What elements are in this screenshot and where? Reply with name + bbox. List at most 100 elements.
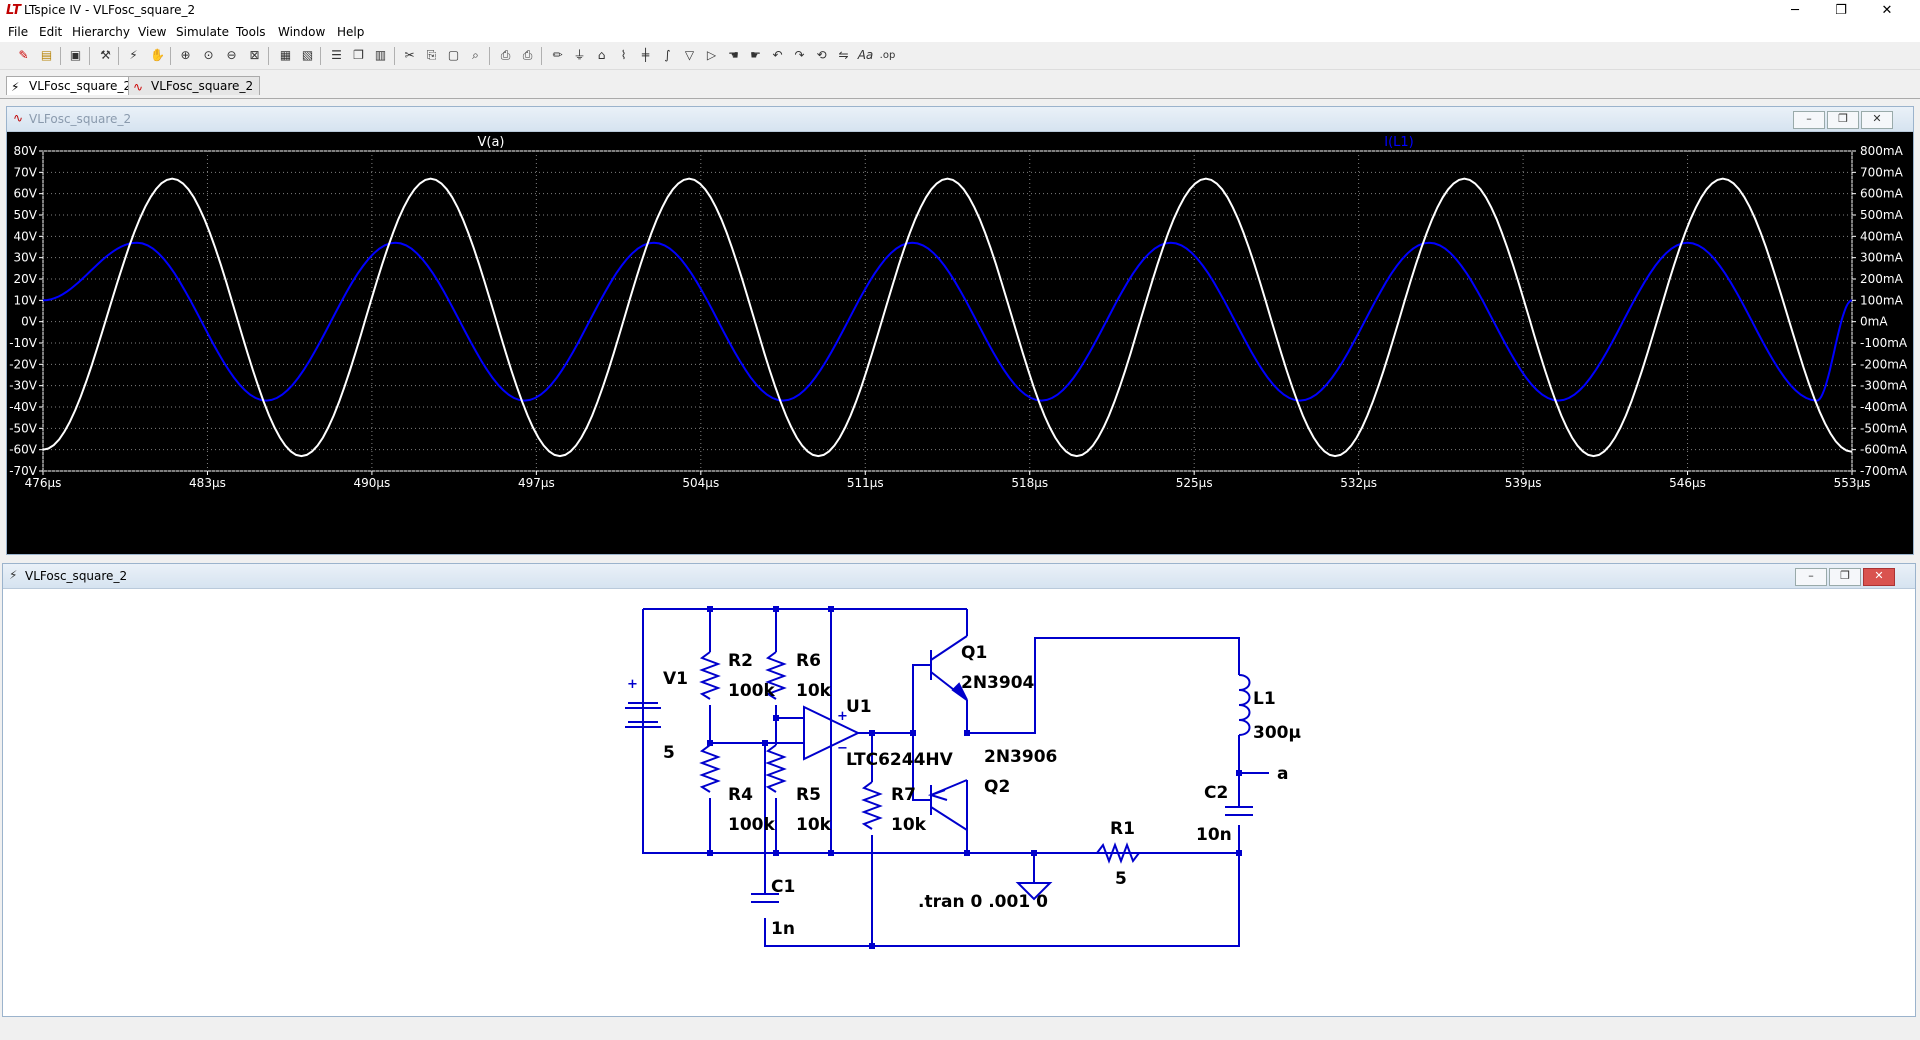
new-schematic-icon[interactable]: ✎ <box>14 46 33 65</box>
resistor-icon[interactable]: ⌇ <box>614 46 633 65</box>
x-tick-label: 504µs <box>682 476 719 490</box>
net-label-a[interactable]: a <box>1277 764 1288 784</box>
y-tick-label: -50V <box>9 421 38 435</box>
open-file-icon[interactable]: ▤ <box>37 46 56 65</box>
spice-directive-icon[interactable]: .op <box>878 46 897 65</box>
y-tick-label: 80V <box>14 144 38 158</box>
r7-label: R7 <box>891 785 916 805</box>
r1-label: R1 <box>1110 819 1135 839</box>
cut-icon[interactable]: ✂ <box>400 46 419 65</box>
y2-tick-label: 200mA <box>1860 272 1904 286</box>
menu-view[interactable]: View <box>138 25 166 39</box>
wire-c1-loop[interactable] <box>764 743 1240 947</box>
schematic-diagram[interactable]: + V1 5 R2 100k R6 10k R4 100k R5 10k R7 … <box>3 589 1913 1014</box>
autorange-icon[interactable]: ▦ <box>276 46 295 65</box>
y2-tick-label: 100mA <box>1860 293 1904 307</box>
window-title: LTspice IV - VLFosc_square_2 <box>24 3 196 17</box>
minimize-button[interactable]: ─ <box>1772 0 1818 22</box>
y-tick-label: 30V <box>14 251 38 265</box>
v1-value: 5 <box>663 743 675 763</box>
y2-tick-label: -200mA <box>1860 357 1908 371</box>
move-icon[interactable]: ☚ <box>724 46 743 65</box>
component-icon[interactable]: ▷ <box>702 46 721 65</box>
y2-tick-label: 400mA <box>1860 229 1904 243</box>
menu-hierarchy[interactable]: Hierarchy <box>72 25 130 39</box>
trace-va[interactable] <box>42 177 1853 458</box>
menu-edit[interactable]: Edit <box>39 25 62 39</box>
maximize-button[interactable]: ❐ <box>1818 0 1864 22</box>
y-tick-label: -30V <box>9 379 38 393</box>
zoom-out-icon[interactable]: ⊖ <box>222 46 241 65</box>
menu-window[interactable]: Window <box>278 25 325 39</box>
resistor-r4[interactable] <box>699 744 721 793</box>
waveform-close-button[interactable]: ✕ <box>1861 111 1893 129</box>
resistor-r7[interactable] <box>861 781 883 830</box>
menu-tools[interactable]: Tools <box>236 25 266 39</box>
redo-icon[interactable]: ↷ <box>790 46 809 65</box>
waveform-minimize-button[interactable]: – <box>1793 111 1825 129</box>
drag-icon[interactable]: ☛ <box>746 46 765 65</box>
control-panel-icon[interactable]: ⚒ <box>96 46 115 65</box>
text-icon[interactable]: Aa <box>856 46 875 65</box>
capacitor-icon[interactable]: ╪ <box>636 46 655 65</box>
schematic-minimize-button[interactable]: – <box>1795 568 1827 586</box>
q1-value: 2N3904 <box>961 673 1035 693</box>
zoom-pan-icon[interactable]: ⊙ <box>199 46 218 65</box>
q2-label: Q2 <box>984 777 1010 797</box>
trace-label-va[interactable]: V(a) <box>477 135 504 150</box>
capacitor-c2[interactable] <box>1225 806 1253 816</box>
wire-icon[interactable]: ✏ <box>548 46 567 65</box>
schematic-window: ⚡ VLFosc_square_2 – ❐ ✕ + V1 5 R2 100k R… <box>2 563 1916 1017</box>
r4-value: 100k <box>728 815 775 835</box>
find-icon[interactable]: ⌕ <box>466 46 485 65</box>
inductor-l1[interactable] <box>1238 674 1251 736</box>
r6-value: 10k <box>796 681 832 701</box>
mirror-icon[interactable]: ⇋ <box>834 46 853 65</box>
tile-horizontal-icon[interactable]: ☰ <box>327 46 346 65</box>
menu-bar: File Edit Hierarchy View Simulate Tools … <box>0 22 1920 42</box>
diode-icon[interactable]: ▽ <box>680 46 699 65</box>
y2-tick-label: -600mA <box>1860 443 1908 457</box>
waveform-window: ∿ VLFosc_square_2 – ❐ ✕ 80V 70V 60V 50V 40V 3… <box>6 106 1914 555</box>
schematic-canvas[interactable]: + V1 5 R2 100k R6 10k R4 100k R5 10k R7 … <box>3 589 1915 1016</box>
copy-icon[interactable]: ⎘ <box>422 46 441 65</box>
y2-tick-label: -500mA <box>1860 421 1908 435</box>
waveform-restore-button[interactable]: ❐ <box>1827 111 1859 129</box>
print-preview-icon[interactable]: ⎙ <box>496 46 515 65</box>
resistor-r5[interactable] <box>765 744 787 793</box>
transistor-q2[interactable] <box>927 779 968 853</box>
print-icon[interactable]: ⎙ <box>518 46 537 65</box>
menu-help[interactable]: Help <box>337 25 364 39</box>
zoom-fit-icon[interactable]: ⊠ <box>245 46 264 65</box>
menu-file[interactable]: File <box>8 25 28 39</box>
schematic-close-button[interactable]: ✕ <box>1863 568 1895 586</box>
x-tick-label: 532µs <box>1340 476 1377 490</box>
close-button[interactable]: ✕ <box>1864 0 1910 22</box>
cascade-icon[interactable]: ❐ <box>349 46 368 65</box>
tile-vertical-icon[interactable]: ▥ <box>371 46 390 65</box>
paste-icon[interactable]: ▢ <box>444 46 463 65</box>
menu-simulate[interactable]: Simulate <box>176 25 229 39</box>
undo-icon[interactable]: ↶ <box>768 46 787 65</box>
ground-icon[interactable]: ⏚ <box>570 46 589 65</box>
c2-label: C2 <box>1204 783 1228 803</box>
rotate-icon[interactable]: ⟲ <box>812 46 831 65</box>
save-icon[interactable]: ▣ <box>66 46 85 65</box>
run-icon[interactable]: ⚡ <box>124 46 143 65</box>
trace-label-il1[interactable]: I(L1) <box>1384 135 1414 150</box>
waveform-plot-area[interactable]: 80V 70V 60V 50V 40V 30V 20V 10V 0V -10V -20V -30V -4… <box>7 132 1913 554</box>
tab-waveform[interactable]: ∿ VLFosc_square_2 <box>128 76 261 95</box>
x-tick-label: 490µs <box>354 476 391 490</box>
schematic-icon: ⚡ <box>11 80 20 94</box>
label-net-icon[interactable]: ⌂ <box>592 46 611 65</box>
schematic-restore-button[interactable]: ❐ <box>1829 568 1861 586</box>
spice-directive-text[interactable]: .tran 0 .001 0 <box>918 892 1048 912</box>
waveform-window-caption: ∿ VLFosc_square_2 – ❐ ✕ <box>7 107 1913 132</box>
zoom-in-icon[interactable]: ⊕ <box>176 46 195 65</box>
tab-schematic[interactable]: ⚡ VLFosc_square_2 <box>6 76 139 95</box>
mark-unref-icon[interactable]: ▧ <box>298 46 317 65</box>
resistor-r2[interactable] <box>699 651 721 700</box>
inductor-icon[interactable]: ∫ <box>658 46 677 65</box>
waveform-plot[interactable]: 80V 70V 60V 50V 40V 30V 20V 10V 0V -10V -20V -30V -4… <box>7 132 1911 552</box>
pan-icon[interactable]: ✋ <box>148 46 167 65</box>
